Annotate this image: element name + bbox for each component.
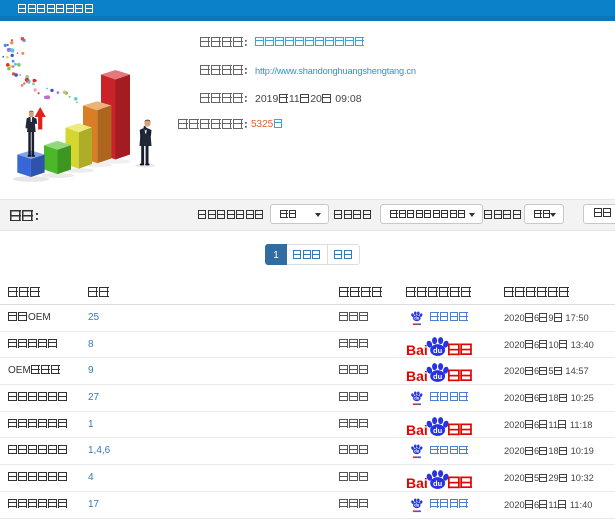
svg-text:du: du: [433, 372, 443, 381]
svg-text:du: du: [414, 502, 420, 507]
svg-text:du: du: [433, 426, 443, 435]
svg-text:Bai: Bai: [406, 422, 428, 436]
svg-text:du: du: [414, 396, 420, 401]
svg-text:du: du: [433, 346, 443, 355]
svg-text:du: du: [414, 316, 420, 321]
svg-text:du: du: [433, 479, 443, 488]
svg-text:Bai: Bai: [406, 475, 428, 489]
svg-text:Bai: Bai: [406, 368, 428, 382]
svg-text:du: du: [414, 449, 420, 454]
svg-text:Bai: Bai: [406, 342, 428, 356]
